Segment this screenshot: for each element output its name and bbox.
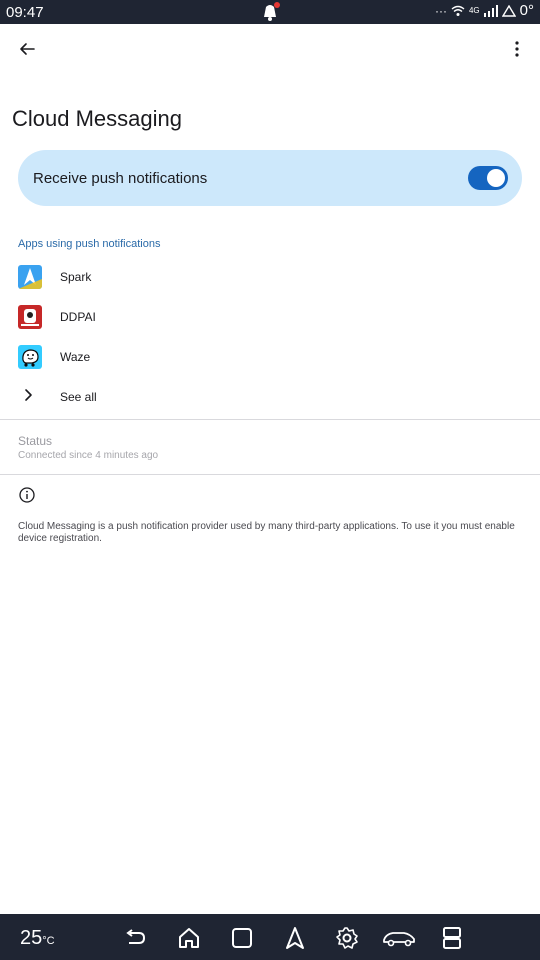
push-notifications-switch[interactable] [468, 166, 508, 190]
app-item-spark[interactable]: Spark [0, 258, 540, 298]
home-icon[interactable] [176, 925, 202, 951]
app-item-ddpai[interactable]: DDPAI [0, 298, 540, 338]
temperature-unit: °C [42, 935, 55, 947]
divider [0, 474, 540, 475]
see-all-row[interactable]: See all [0, 378, 540, 418]
vehicle-nav-bar: 25°C [0, 914, 540, 960]
warning-icon [501, 4, 516, 17]
overflow-menu-icon[interactable] [505, 36, 529, 62]
back-arrow-icon[interactable] [14, 36, 40, 62]
app-name: Waze [60, 350, 91, 364]
waze-app-icon [18, 345, 42, 369]
status-bar: 09:47 ··· 4G 0° [0, 0, 540, 24]
outside-temperature: 0° [519, 2, 534, 19]
network-type: 4G [468, 6, 480, 15]
switch-knob [487, 169, 505, 187]
cloud-messaging-screen: Cloud Messaging Receive push notificatio… [0, 24, 540, 914]
navigation-icon[interactable] [282, 925, 308, 951]
apps-section-header: Apps using push notifications [18, 238, 161, 250]
split-screen-icon[interactable] [439, 925, 465, 951]
app-name: Spark [60, 270, 92, 284]
push-notifications-toggle-card[interactable]: Receive push notifications [18, 150, 522, 206]
clock: 09:47 [6, 4, 44, 21]
status-title: Status [18, 434, 53, 448]
divider [0, 419, 540, 420]
info-description: Cloud Messaging is a push notification p… [18, 521, 515, 544]
status-subtitle: Connected since 4 minutes ago [18, 450, 159, 461]
spark-app-icon [18, 265, 42, 289]
car-icon[interactable] [382, 925, 416, 951]
notification-bell-icon [264, 2, 280, 21]
info-icon [19, 487, 35, 503]
page-title: Cloud Messaging [12, 106, 182, 131]
settings-gear-icon[interactable] [334, 925, 360, 951]
cabin-temperature[interactable]: 25°C [20, 927, 55, 950]
see-all-label: See all [60, 390, 97, 404]
recents-icon[interactable] [229, 925, 255, 951]
signal-icon [483, 4, 498, 17]
app-item-waze[interactable]: Waze [0, 338, 540, 378]
app-name: DDPAI [60, 310, 96, 324]
back-icon[interactable] [123, 925, 149, 951]
ddpai-app-icon [18, 305, 42, 329]
status-icons: ··· 4G 0° [435, 2, 534, 19]
chevron-right-icon [25, 389, 32, 401]
more-dots-icon: ··· [434, 3, 447, 18]
toggle-label: Receive push notifications [33, 170, 208, 187]
wifi-icon [451, 5, 465, 16]
temperature-value: 25 [20, 927, 43, 949]
